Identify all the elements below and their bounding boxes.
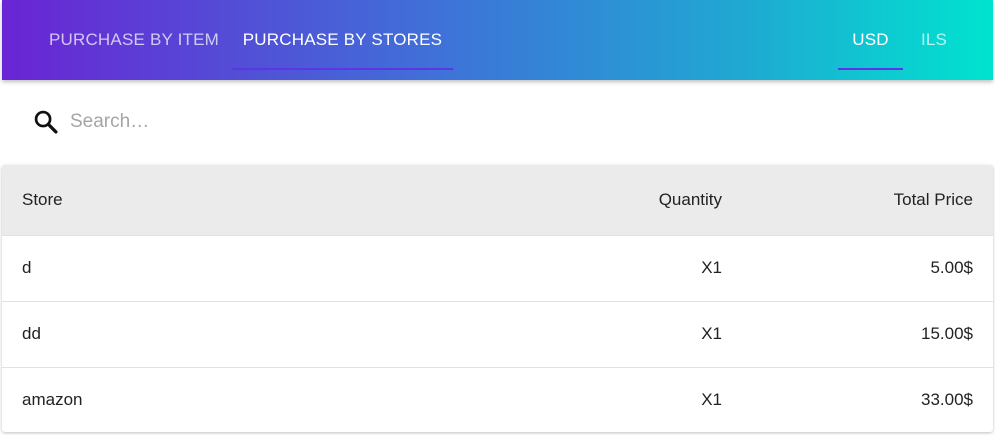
cell-total-price: 33.00$ [921,390,973,410]
purchases-table: Store Quantity Total Price d X1 5.00$ dd… [2,165,993,432]
tab-currency-ils[interactable]: ILS [903,0,965,80]
tab-purchase-by-stores[interactable]: PURCHASE BY STORES [232,0,453,80]
active-currency-indicator [838,68,903,70]
column-header-store[interactable]: Store [2,165,362,235]
cell-quantity: X1 [701,390,722,410]
table-row[interactable]: d X1 5.00$ [2,235,993,301]
tab-currency-usd[interactable]: USD [838,0,903,80]
cell-quantity: X1 [701,324,722,343]
cell-total-price: 15.00$ [921,324,973,343]
search-bar [32,100,632,144]
table-header-row: Store Quantity Total Price [2,165,993,235]
search-input[interactable] [70,111,570,133]
tab-label: PURCHASE BY ITEM [48,30,220,49]
purchases-table-card: Store Quantity Total Price d X1 5.00$ dd… [2,165,993,432]
column-header-total-price[interactable]: Total Price [742,165,993,235]
tab-purchase-by-item[interactable]: PURCHASE BY ITEM [34,0,234,80]
table-row[interactable]: amazon X1 33.00$ [2,367,993,432]
search-icon [32,108,60,136]
cell-quantity: X1 [701,258,722,277]
app-root: PURCHASE BY ITEM PURCHASE BY STORES USD … [0,0,995,435]
cell-store: amazon [22,390,83,410]
active-tab-indicator [232,68,453,70]
tab-bar: PURCHASE BY ITEM PURCHASE BY STORES USD … [2,0,993,80]
column-header-quantity[interactable]: Quantity [362,165,742,235]
tab-label: ILS [920,30,948,49]
cell-store: d [22,258,32,277]
cell-total-price: 5.00$ [930,258,973,277]
cell-store: dd [22,324,41,343]
table-row[interactable]: dd X1 15.00$ [2,301,993,367]
